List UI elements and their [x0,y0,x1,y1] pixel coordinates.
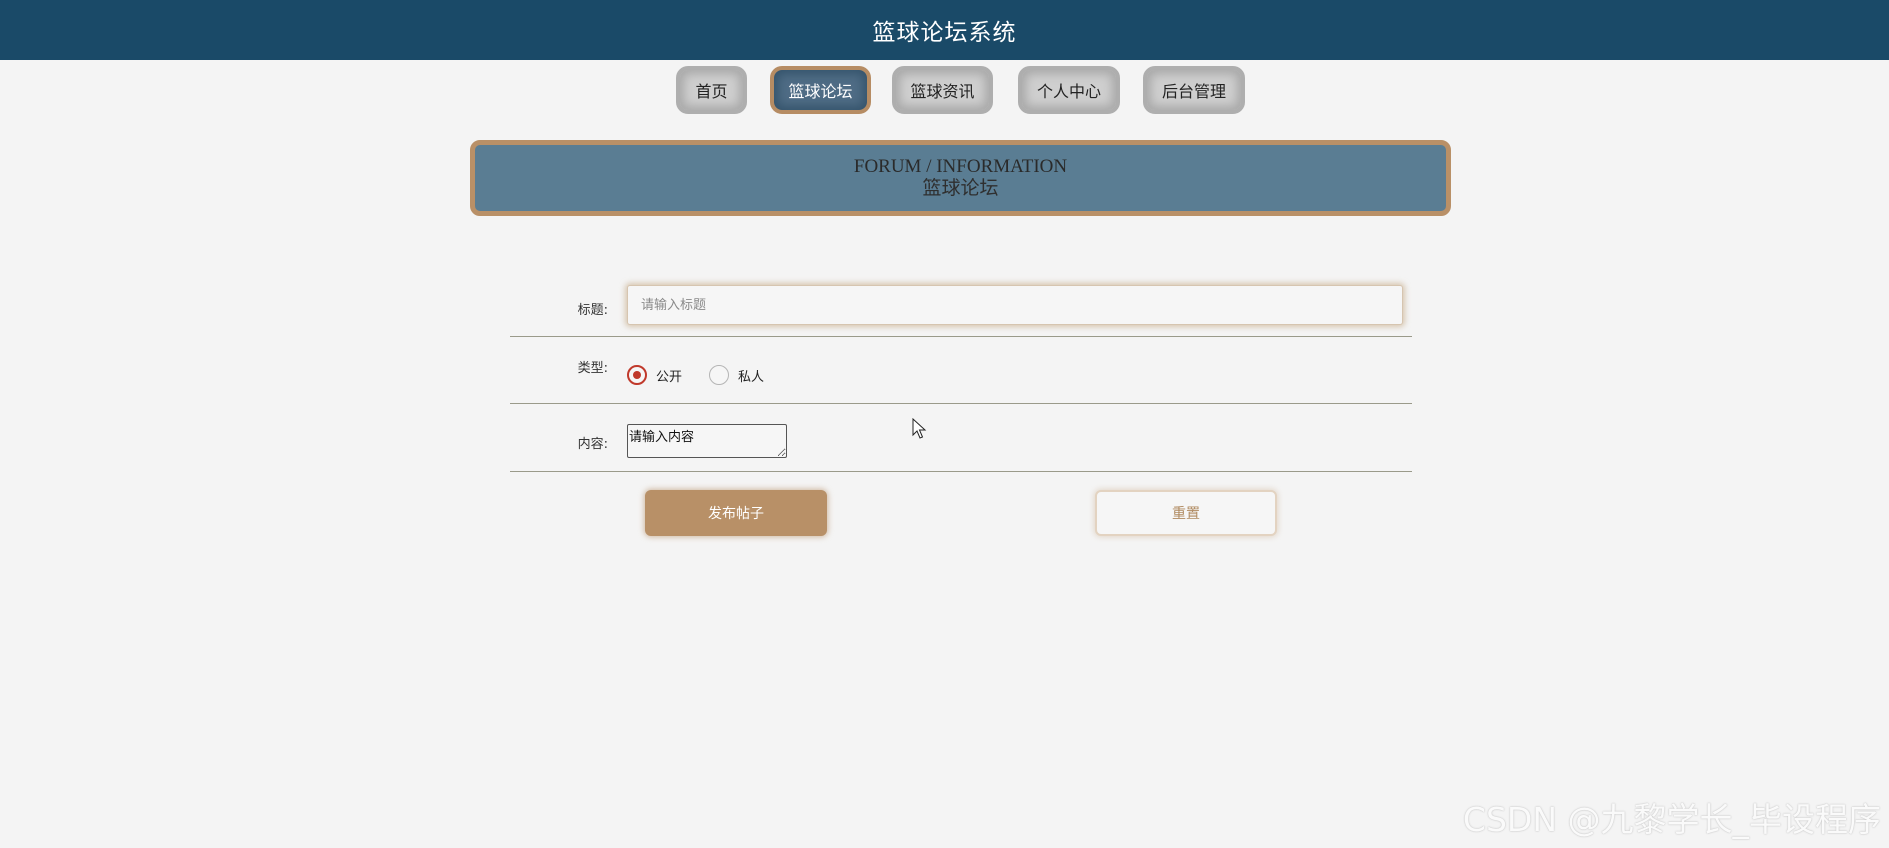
radio-public-circle[interactable] [627,365,647,385]
mouse-cursor-icon [912,418,927,439]
type-label: 类型: [577,361,608,376]
radio-private-circle[interactable] [709,365,729,385]
top-header: 篮球论坛系统 [0,0,1889,60]
reset-button[interactable]: 重置 [1095,490,1277,536]
section-banner: FORUM / INFORMATION 篮球论坛 [470,140,1451,216]
watermark-text: CSDN @九黎学长_毕设程序 [1462,800,1881,839]
radio-public[interactable]: 公开 [627,365,682,385]
nav-item-home[interactable]: 首页 [676,66,747,114]
submit-post-button[interactable]: 发布帖子 [645,490,827,536]
radio-dot-icon [633,371,641,379]
radio-private[interactable]: 私人 [709,365,764,385]
title-row: 标题: [510,280,1412,337]
banner-title-cn: 篮球论坛 [922,178,999,199]
main-nav: 首页 篮球论坛 篮球资讯 个人中心 后台管理 [0,66,1889,114]
nav-item-user-center[interactable]: 个人中心 [1018,66,1120,114]
banner-title-en: FORUM / INFORMATION [853,156,1068,177]
radio-public-label: 公开 [656,369,683,385]
nav-item-admin[interactable]: 后台管理 [1143,66,1245,114]
title-input[interactable] [627,285,1403,325]
title-label: 标题: [577,303,608,318]
content-textarea[interactable]: 请输入内容 [627,424,787,458]
radio-private-label: 私人 [738,369,765,385]
nav-item-forum[interactable]: 篮球论坛 [770,66,871,114]
app-title: 篮球论坛系统 [872,20,1017,46]
content-label: 内容: [577,437,608,452]
nav-item-news[interactable]: 篮球资讯 [892,66,993,114]
